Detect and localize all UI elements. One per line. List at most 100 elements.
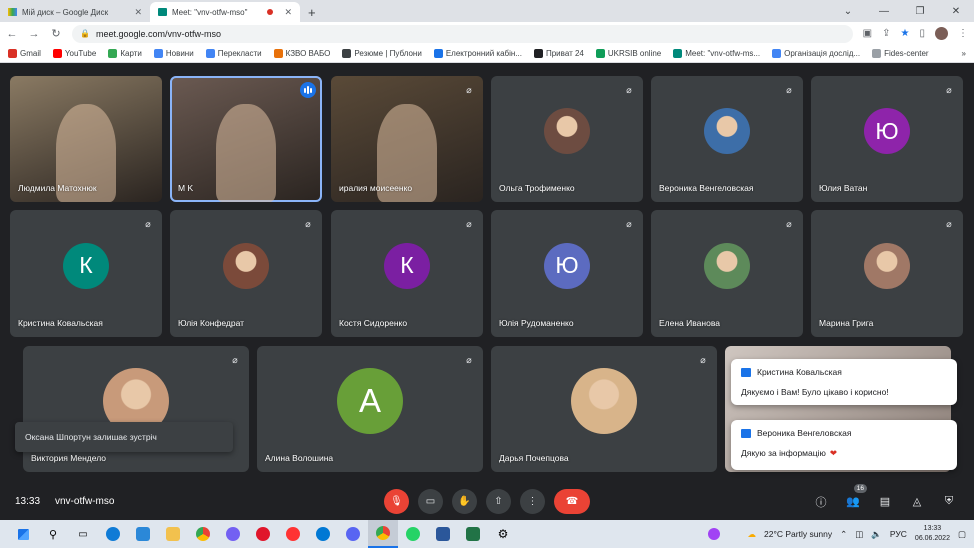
info-icon[interactable]: ⓘ: [811, 492, 831, 512]
participant-name: Марина Грига: [819, 318, 874, 328]
weather-text[interactable]: 22°C Partly sunny: [764, 529, 832, 539]
search-icon[interactable]: ⚲: [38, 520, 68, 548]
activities-icon[interactable]: ◬: [907, 492, 927, 512]
bookmark-icon: [205, 49, 215, 58]
avatar[interactable]: [935, 27, 948, 40]
file-explorer-icon[interactable]: [158, 520, 188, 548]
tab-search-icon[interactable]: ⌄: [830, 6, 866, 17]
share-icon[interactable]: ⇪: [882, 28, 890, 39]
chat-bubble-icon: [741, 367, 751, 377]
people-button[interactable]: 👥 16: [843, 483, 867, 512]
participant-tile[interactable]: M K: [170, 76, 322, 202]
discord-icon[interactable]: [338, 520, 368, 548]
bookmark-item[interactable]: YouTube: [52, 49, 96, 58]
chat-notification[interactable]: Кристина Ковальская Дякуємо і Вам! Було ц…: [731, 359, 957, 405]
settings-icon[interactable]: ⚙: [488, 520, 518, 548]
chrome-taskbar-icon[interactable]: [188, 520, 218, 548]
address-bar[interactable]: 🔒 meet.google.com/vnv-otfw-mso: [72, 24, 853, 43]
whatsapp-icon[interactable]: [398, 520, 428, 548]
present-button[interactable]: ⇧: [486, 489, 511, 514]
bookmark-icon: [8, 49, 17, 58]
participant-tile[interactable]: ⌀ Виктория Мендело: [23, 346, 249, 472]
participant-tile[interactable]: ⌀ Дарья Почепцова: [491, 346, 717, 472]
participant-tile[interactable]: ⌀ А Алина Волошина: [257, 346, 483, 472]
edge-icon[interactable]: [98, 520, 128, 548]
clock[interactable]: 13:33 06.06.2022: [915, 524, 950, 544]
tray-expand-icon[interactable]: ⌃: [840, 529, 847, 540]
tab-google-drive[interactable]: Мій диск – Google Диск ✕: [0, 2, 150, 22]
participant-tile[interactable]: ⌀ иралия моисеенко: [331, 76, 483, 202]
participant-tile[interactable]: ⌀ Елена Иванова: [651, 210, 803, 337]
notifications-icon[interactable]: ▢: [958, 529, 966, 540]
system-tray: ☁ 22°C Partly sunny ⌃ ◫ 🔈 РУС 13:33 06.0…: [707, 520, 966, 548]
participant-name: Юлия Ватан: [819, 183, 868, 193]
close-icon[interactable]: ✕: [134, 7, 142, 18]
bookmark-item[interactable]: Резюме | Публони: [342, 49, 422, 58]
close-icon[interactable]: ✕: [284, 7, 292, 18]
participant-tile[interactable]: Людмила Матохнюк: [10, 76, 162, 202]
participant-tile[interactable]: ⌀ Ольга Трофименко: [491, 76, 643, 202]
app-tray-icon[interactable]: [707, 528, 720, 540]
bookmark-item[interactable]: Перекласти: [205, 49, 262, 58]
participant-tile[interactable]: ⌀ К Кристина Ковальская: [10, 210, 162, 337]
bookmark-item[interactable]: Fides-center: [872, 49, 929, 58]
meeting-code[interactable]: vnv-otfw-mso: [55, 496, 114, 507]
bookmark-item[interactable]: Організація дослід...: [772, 49, 860, 58]
viber-icon[interactable]: [218, 520, 248, 548]
back-icon[interactable]: ←: [6, 28, 18, 40]
bookmark-item[interactable]: КЗВО ВАБО: [273, 49, 330, 58]
camera-in-use-icon[interactable]: ▣: [863, 28, 872, 39]
participant-tile[interactable]: ⌀ Ю Юлія Рудоманенко: [491, 210, 643, 337]
bookmark-item[interactable]: Новини: [153, 49, 194, 58]
store-icon[interactable]: [128, 520, 158, 548]
skype-icon[interactable]: [308, 520, 338, 548]
minimize-icon[interactable]: —: [866, 6, 902, 17]
network-icon[interactable]: ◫: [855, 529, 863, 540]
chat-notification[interactable]: Вероника Венгеловская Дякую за інформацію…: [731, 420, 957, 470]
participant-tile[interactable]: ⌀ Вероника Венгеловская: [651, 76, 803, 202]
bookmark-item[interactable]: Gmail: [8, 49, 41, 58]
camera-button[interactable]: ▭: [418, 489, 443, 514]
chat-button[interactable]: ▤: [875, 492, 895, 512]
forward-icon[interactable]: →: [28, 28, 40, 40]
bookmark-item[interactable]: Meet: "vnv-otfw-ms...: [673, 49, 760, 58]
yandex-icon[interactable]: [278, 520, 308, 548]
chat-message: Дякую за інформацію: [741, 448, 826, 458]
chat-author-row: Кристина Ковальская: [741, 367, 947, 377]
language-indicator[interactable]: РУС: [890, 529, 907, 539]
mic-muted-icon: ⌀: [232, 354, 238, 365]
video-feed: [215, 103, 277, 202]
restore-icon[interactable]: ❐: [902, 6, 938, 17]
new-tab-button[interactable]: +: [300, 2, 324, 22]
bookmark-item[interactable]: UKRSIB online: [595, 49, 661, 58]
chrome-active-icon[interactable]: [368, 520, 398, 548]
menu-icon[interactable]: ⋮: [958, 28, 968, 39]
task-view-icon[interactable]: ▭: [68, 520, 98, 548]
opera-icon[interactable]: [248, 520, 278, 548]
close-window-icon[interactable]: ✕: [938, 6, 974, 17]
start-button[interactable]: [8, 520, 38, 548]
leave-call-button[interactable]: ☎: [554, 489, 590, 514]
volume-icon[interactable]: 🔈: [871, 529, 882, 540]
participant-tile[interactable]: ⌀ Ю Юлия Ватан: [811, 76, 963, 202]
participant-tile[interactable]: ⌀ Юлія Конфедрат: [170, 210, 322, 337]
tab-meet[interactable]: Meet: "vnv-otfw-mso" ✕: [150, 2, 300, 22]
raise-hand-button[interactable]: ✋: [452, 489, 477, 514]
bookmark-star-icon[interactable]: ★: [901, 28, 910, 39]
word-icon[interactable]: [428, 520, 458, 548]
bookmark-item[interactable]: Приват 24: [533, 49, 584, 58]
participant-name: M K: [178, 183, 194, 193]
bookmark-item[interactable]: Електронний кабін...: [433, 49, 522, 58]
participant-tile[interactable]: ⌀ К Костя Сидоренко: [331, 210, 483, 337]
host-controls-icon[interactable]: ⛨: [939, 492, 959, 512]
excel-icon[interactable]: [458, 520, 488, 548]
lock-icon[interactable]: 🔒: [80, 29, 90, 38]
microphone-off-button[interactable]: 🎙: [384, 489, 409, 514]
bookmark-item[interactable]: Карти: [108, 49, 142, 58]
side-panel-icon[interactable]: ▯: [919, 28, 925, 39]
participant-tile[interactable]: ⌀ Марина Грига: [811, 210, 963, 337]
reload-icon[interactable]: ↻: [50, 27, 62, 40]
more-bookmarks-icon[interactable]: »: [962, 49, 966, 58]
bookmark-icon: [772, 49, 782, 58]
more-options-button[interactable]: ⋮: [520, 489, 545, 514]
